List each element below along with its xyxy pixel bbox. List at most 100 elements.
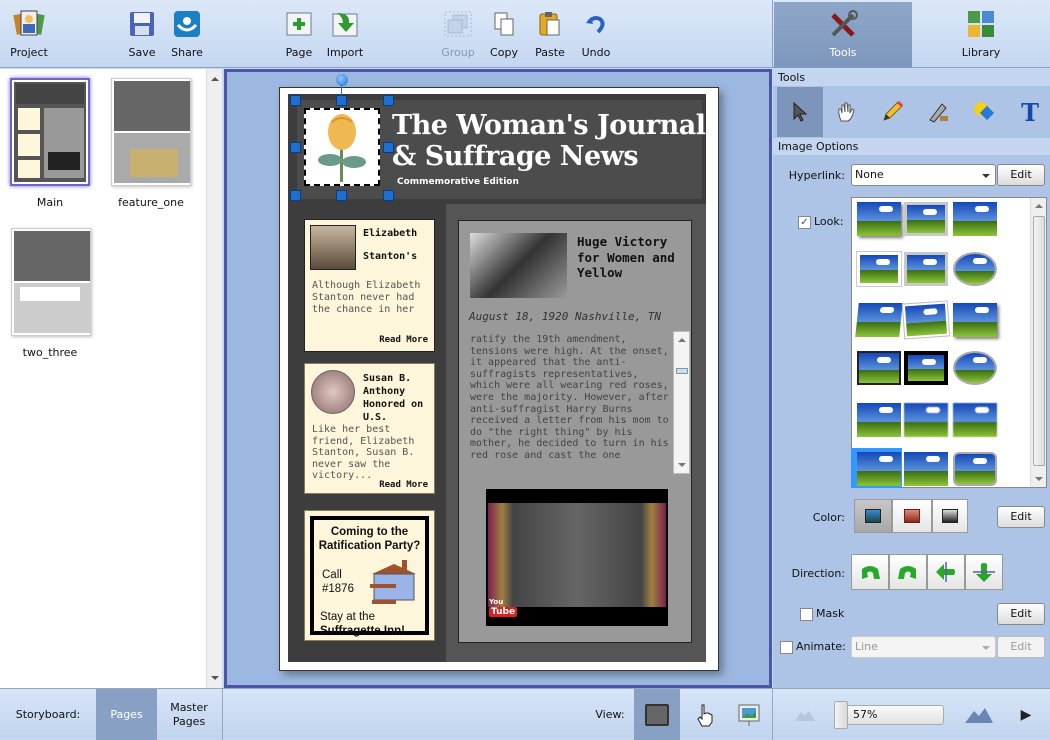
look-option[interactable]	[857, 403, 901, 437]
flip-vertical-button[interactable]	[965, 554, 1003, 590]
scroll-down-arrow-icon[interactable]	[678, 463, 686, 467]
card1-read-more-link[interactable]: Read More	[379, 335, 428, 345]
look-option[interactable]	[856, 251, 902, 287]
look-option[interactable]	[857, 351, 901, 385]
card2-read-more-link[interactable]: Read More	[379, 480, 428, 490]
look-option[interactable]	[953, 252, 997, 286]
color-grayscale-button[interactable]	[932, 499, 968, 533]
tab-master-pages[interactable]: Master Pages	[157, 689, 221, 740]
mask-edit-button[interactable]: Edit	[997, 603, 1045, 625]
look-option[interactable]	[953, 452, 997, 486]
inn-advertisement[interactable]: Coming to the Ratification Party? Call #18…	[304, 510, 435, 641]
main-article[interactable]: Huge Victory for Women and Yellow August…	[458, 220, 692, 643]
resize-handle-se[interactable]	[383, 190, 394, 201]
page-label-main: Main	[36, 196, 64, 209]
view-preview-button[interactable]	[728, 689, 770, 740]
tab-library-label: Library	[961, 46, 1001, 59]
main-article-headline: Huge Victory for Women and Yellow	[577, 234, 675, 280]
shape-tool[interactable]	[961, 87, 1007, 137]
look-option[interactable]	[857, 452, 901, 486]
scroll-down-arrow-icon[interactable]	[211, 676, 219, 680]
zoom-out-button[interactable]	[790, 689, 820, 740]
article-card-stanton[interactable]: Elizabeth Stanton's Although Elizabeth S…	[304, 219, 435, 352]
newspaper-subtitle[interactable]: Commemorative Edition	[397, 177, 519, 187]
tab-pages[interactable]: Pages	[96, 689, 157, 740]
look-gallery-scrollbar[interactable]	[1030, 198, 1046, 487]
import-button[interactable]: Import	[318, 6, 372, 64]
pointer-tool[interactable]	[777, 87, 823, 137]
youtube-video[interactable]: You Tube	[486, 489, 668, 626]
view-pan-button[interactable]	[682, 689, 728, 740]
scroll-down-arrow-icon[interactable]	[1035, 477, 1043, 481]
article-scrollbar[interactable]	[673, 331, 690, 474]
resize-handle-nw[interactable]	[290, 95, 301, 106]
page-thumbnail-two-three[interactable]	[11, 228, 91, 336]
look-option[interactable]	[953, 303, 997, 337]
undo-button[interactable]: Undo	[569, 6, 623, 64]
page-thumbnail-main[interactable]	[10, 78, 90, 186]
rose-image[interactable]	[304, 108, 380, 186]
pages-scrollbar[interactable]	[206, 69, 222, 688]
page-thumbnail-feature-one[interactable]	[111, 78, 191, 186]
tab-library[interactable]: Library	[912, 2, 1050, 68]
look-option[interactable]	[904, 452, 948, 486]
youtube-logo-icon: Tube	[489, 607, 518, 617]
pencil-icon	[883, 100, 904, 121]
animate-edit-button[interactable]: Edit	[997, 636, 1045, 658]
view-label: View:	[595, 708, 625, 721]
play-icon[interactable]: ▶	[1012, 689, 1040, 740]
scroll-up-arrow-icon[interactable]	[1035, 204, 1043, 208]
zoom-slider-thumb[interactable]	[834, 701, 848, 729]
project-button[interactable]: Project	[2, 6, 56, 64]
look-option[interactable]	[904, 403, 948, 437]
view-edit-button[interactable]	[634, 689, 680, 740]
rotate-left-button[interactable]	[851, 554, 889, 590]
resize-handle-n[interactable]	[336, 95, 347, 106]
resize-handle-w[interactable]	[290, 142, 301, 153]
page-label-feature-one: feature_one	[118, 196, 184, 209]
text-tool[interactable]: T	[1007, 87, 1050, 137]
hand-tool[interactable]	[823, 87, 869, 137]
look-option[interactable]	[901, 300, 951, 340]
color-edit-button[interactable]: Edit	[997, 506, 1045, 528]
pencil-tool[interactable]	[869, 87, 915, 137]
look-checkbox[interactable]: ✓	[798, 216, 811, 229]
pen-tool[interactable]	[915, 87, 961, 137]
pointer-icon	[793, 101, 808, 122]
hyperlink-dropdown[interactable]: None	[851, 164, 996, 186]
flip-horizontal-button[interactable]	[927, 554, 965, 590]
look-option[interactable]	[904, 252, 948, 286]
scroll-thumb[interactable]	[676, 368, 688, 374]
look-option[interactable]	[953, 403, 997, 437]
article-card-anthony[interactable]: Susan B. Anthony Honored on U.S. Like he…	[304, 363, 435, 494]
animate-checkbox[interactable]	[780, 641, 793, 654]
zoom-in-button[interactable]	[962, 689, 996, 740]
newspaper-title-line1[interactable]: The Woman's Journal	[392, 110, 706, 141]
scroll-up-arrow-icon[interactable]	[211, 77, 219, 81]
resize-handle-ne[interactable]	[383, 95, 394, 106]
flip-horizontal-icon	[936, 562, 955, 582]
hyperlink-edit-button[interactable]: Edit	[997, 164, 1045, 186]
look-option[interactable]	[857, 202, 901, 236]
zoom-slider[interactable]: 57%	[836, 705, 944, 725]
look-option[interactable]	[953, 351, 997, 385]
mask-checkbox[interactable]	[800, 608, 813, 621]
animate-dropdown[interactable]: Line	[851, 636, 996, 658]
resize-handle-sw[interactable]	[290, 190, 301, 201]
look-option[interactable]	[855, 303, 903, 337]
rotate-right-button[interactable]	[889, 554, 927, 590]
look-option[interactable]	[904, 351, 948, 385]
color-original-button[interactable]	[854, 499, 892, 533]
tab-tools[interactable]: Tools	[774, 2, 912, 68]
scroll-up-arrow-icon[interactable]	[678, 338, 686, 342]
video-thumbnail	[488, 503, 666, 607]
share-button[interactable]: Share	[160, 6, 214, 64]
newspaper-title-line2[interactable]: & Suffrage News	[392, 141, 639, 172]
scroll-thumb[interactable]	[1033, 216, 1045, 466]
look-option[interactable]	[953, 202, 997, 236]
resize-handle-s[interactable]	[336, 190, 347, 201]
color-label: Color:	[812, 511, 845, 524]
look-option[interactable]	[904, 202, 948, 236]
color-sepia-button[interactable]	[892, 499, 932, 533]
rotate-handle[interactable]	[336, 74, 348, 86]
